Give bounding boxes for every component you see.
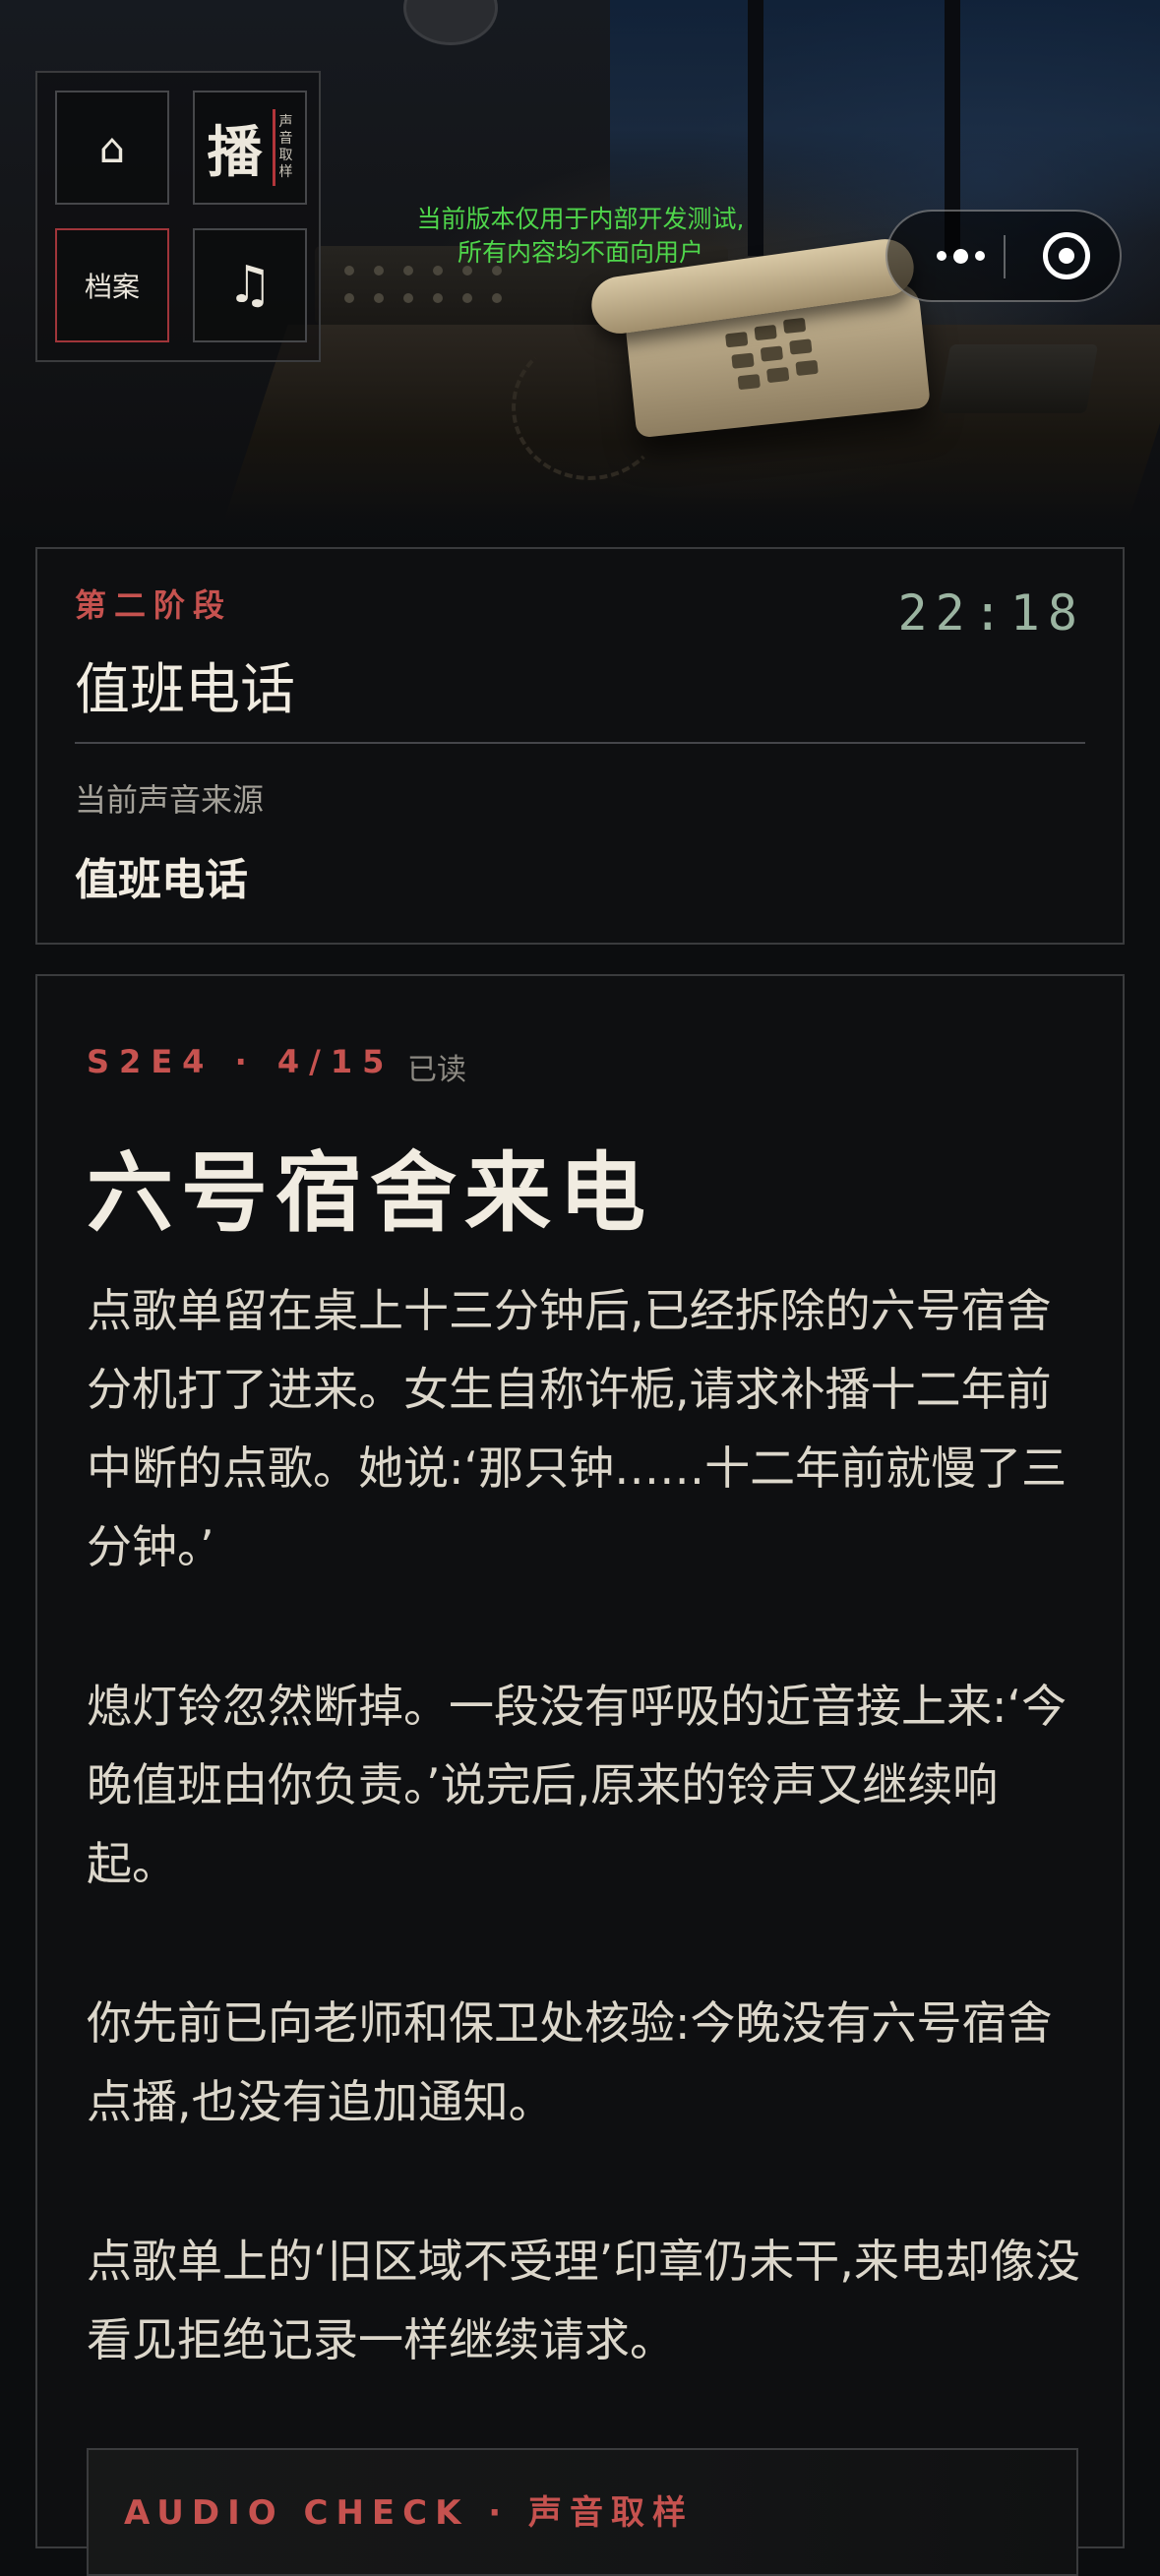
broadcast-button[interactable]: 播 声音取样: [193, 91, 307, 205]
audio-check-card[interactable]: AUDIO CHECK · 声音取样: [87, 2448, 1078, 2576]
sound-sample-tag: 声音取样: [278, 114, 293, 180]
broadcast-glyph: 播: [207, 120, 263, 185]
episode-counter: S2E4 · 4/15: [87, 1043, 395, 1080]
story-paragraph: 你先前已向老师和保卫处核验:今晚没有六号宿舍点播,也没有追加通知。: [87, 1996, 1053, 2128]
music-note-icon: ♫: [226, 256, 274, 315]
sound-source-label: 当前声音来源: [75, 781, 265, 819]
stage-label: 第二阶段: [75, 586, 233, 624]
nav-grid: ⌂ 播 声音取样 档案 ♫: [35, 71, 321, 362]
story-title: 六号宿舍来电: [87, 1142, 654, 1244]
capsule-divider: [1004, 235, 1006, 278]
stage-title: 值班电话: [75, 658, 295, 722]
stage-clock: 22:18: [897, 584, 1085, 642]
target-circle-icon[interactable]: [1043, 232, 1090, 279]
audio-check-label: AUDIO CHECK · 声音取样: [124, 2493, 695, 2533]
story-panel: S2E4 · 4/15 已读 六号宿舍来电 点歌单留在桌上十三分钟后,已经拆除的…: [35, 974, 1125, 2576]
story-body: 点歌单留在桌上十三分钟后,已经拆除的六号宿舍分机打了进来。女生自称许栀,请求补播…: [87, 1271, 1080, 2460]
story-paragraph: 熄灯铃忽然断掉。一段没有呼吸的近音接上来:‘今晚值班由你负责。’说完后,原来的铃…: [87, 1680, 1068, 1890]
dev-notice-line2: 所有内容均不面向用户: [457, 238, 703, 267]
home-button[interactable]: ⌂: [55, 91, 169, 205]
music-button[interactable]: ♫: [193, 228, 307, 342]
sound-source-value: 值班电话: [75, 855, 248, 905]
wall-clock: [403, 0, 498, 45]
night-window: [610, 0, 1160, 236]
story-paragraph: 点歌单留在桌上十三分钟后,已经拆除的六号宿舍分机打了进来。女生自称许栀,请求补播…: [87, 1284, 1068, 1573]
home-icon: ⌂: [98, 123, 126, 172]
intercom-box: [938, 344, 1099, 413]
miniprogram-capsule: [885, 210, 1122, 302]
story-paragraph: 点歌单上的‘旧区域不受理’印章仍未干,来电却像没看见拒绝记录一样继续请求。: [87, 2235, 1080, 2366]
stage-panel: 第二阶段 值班电话 22:18 当前声音来源 值班电话: [35, 547, 1125, 945]
dev-notice: 当前版本仅用于内部开发测试, 所有内容均不面向用户: [325, 203, 836, 270]
archive-button[interactable]: 档案: [55, 228, 169, 342]
read-status: 已读: [407, 1053, 466, 1087]
more-dots-icon[interactable]: [919, 212, 1002, 300]
dev-notice-line1: 当前版本仅用于内部开发测试,: [416, 205, 745, 233]
divider: [272, 109, 275, 186]
archive-label: 档案: [84, 271, 140, 303]
stage-divider: [75, 742, 1085, 744]
